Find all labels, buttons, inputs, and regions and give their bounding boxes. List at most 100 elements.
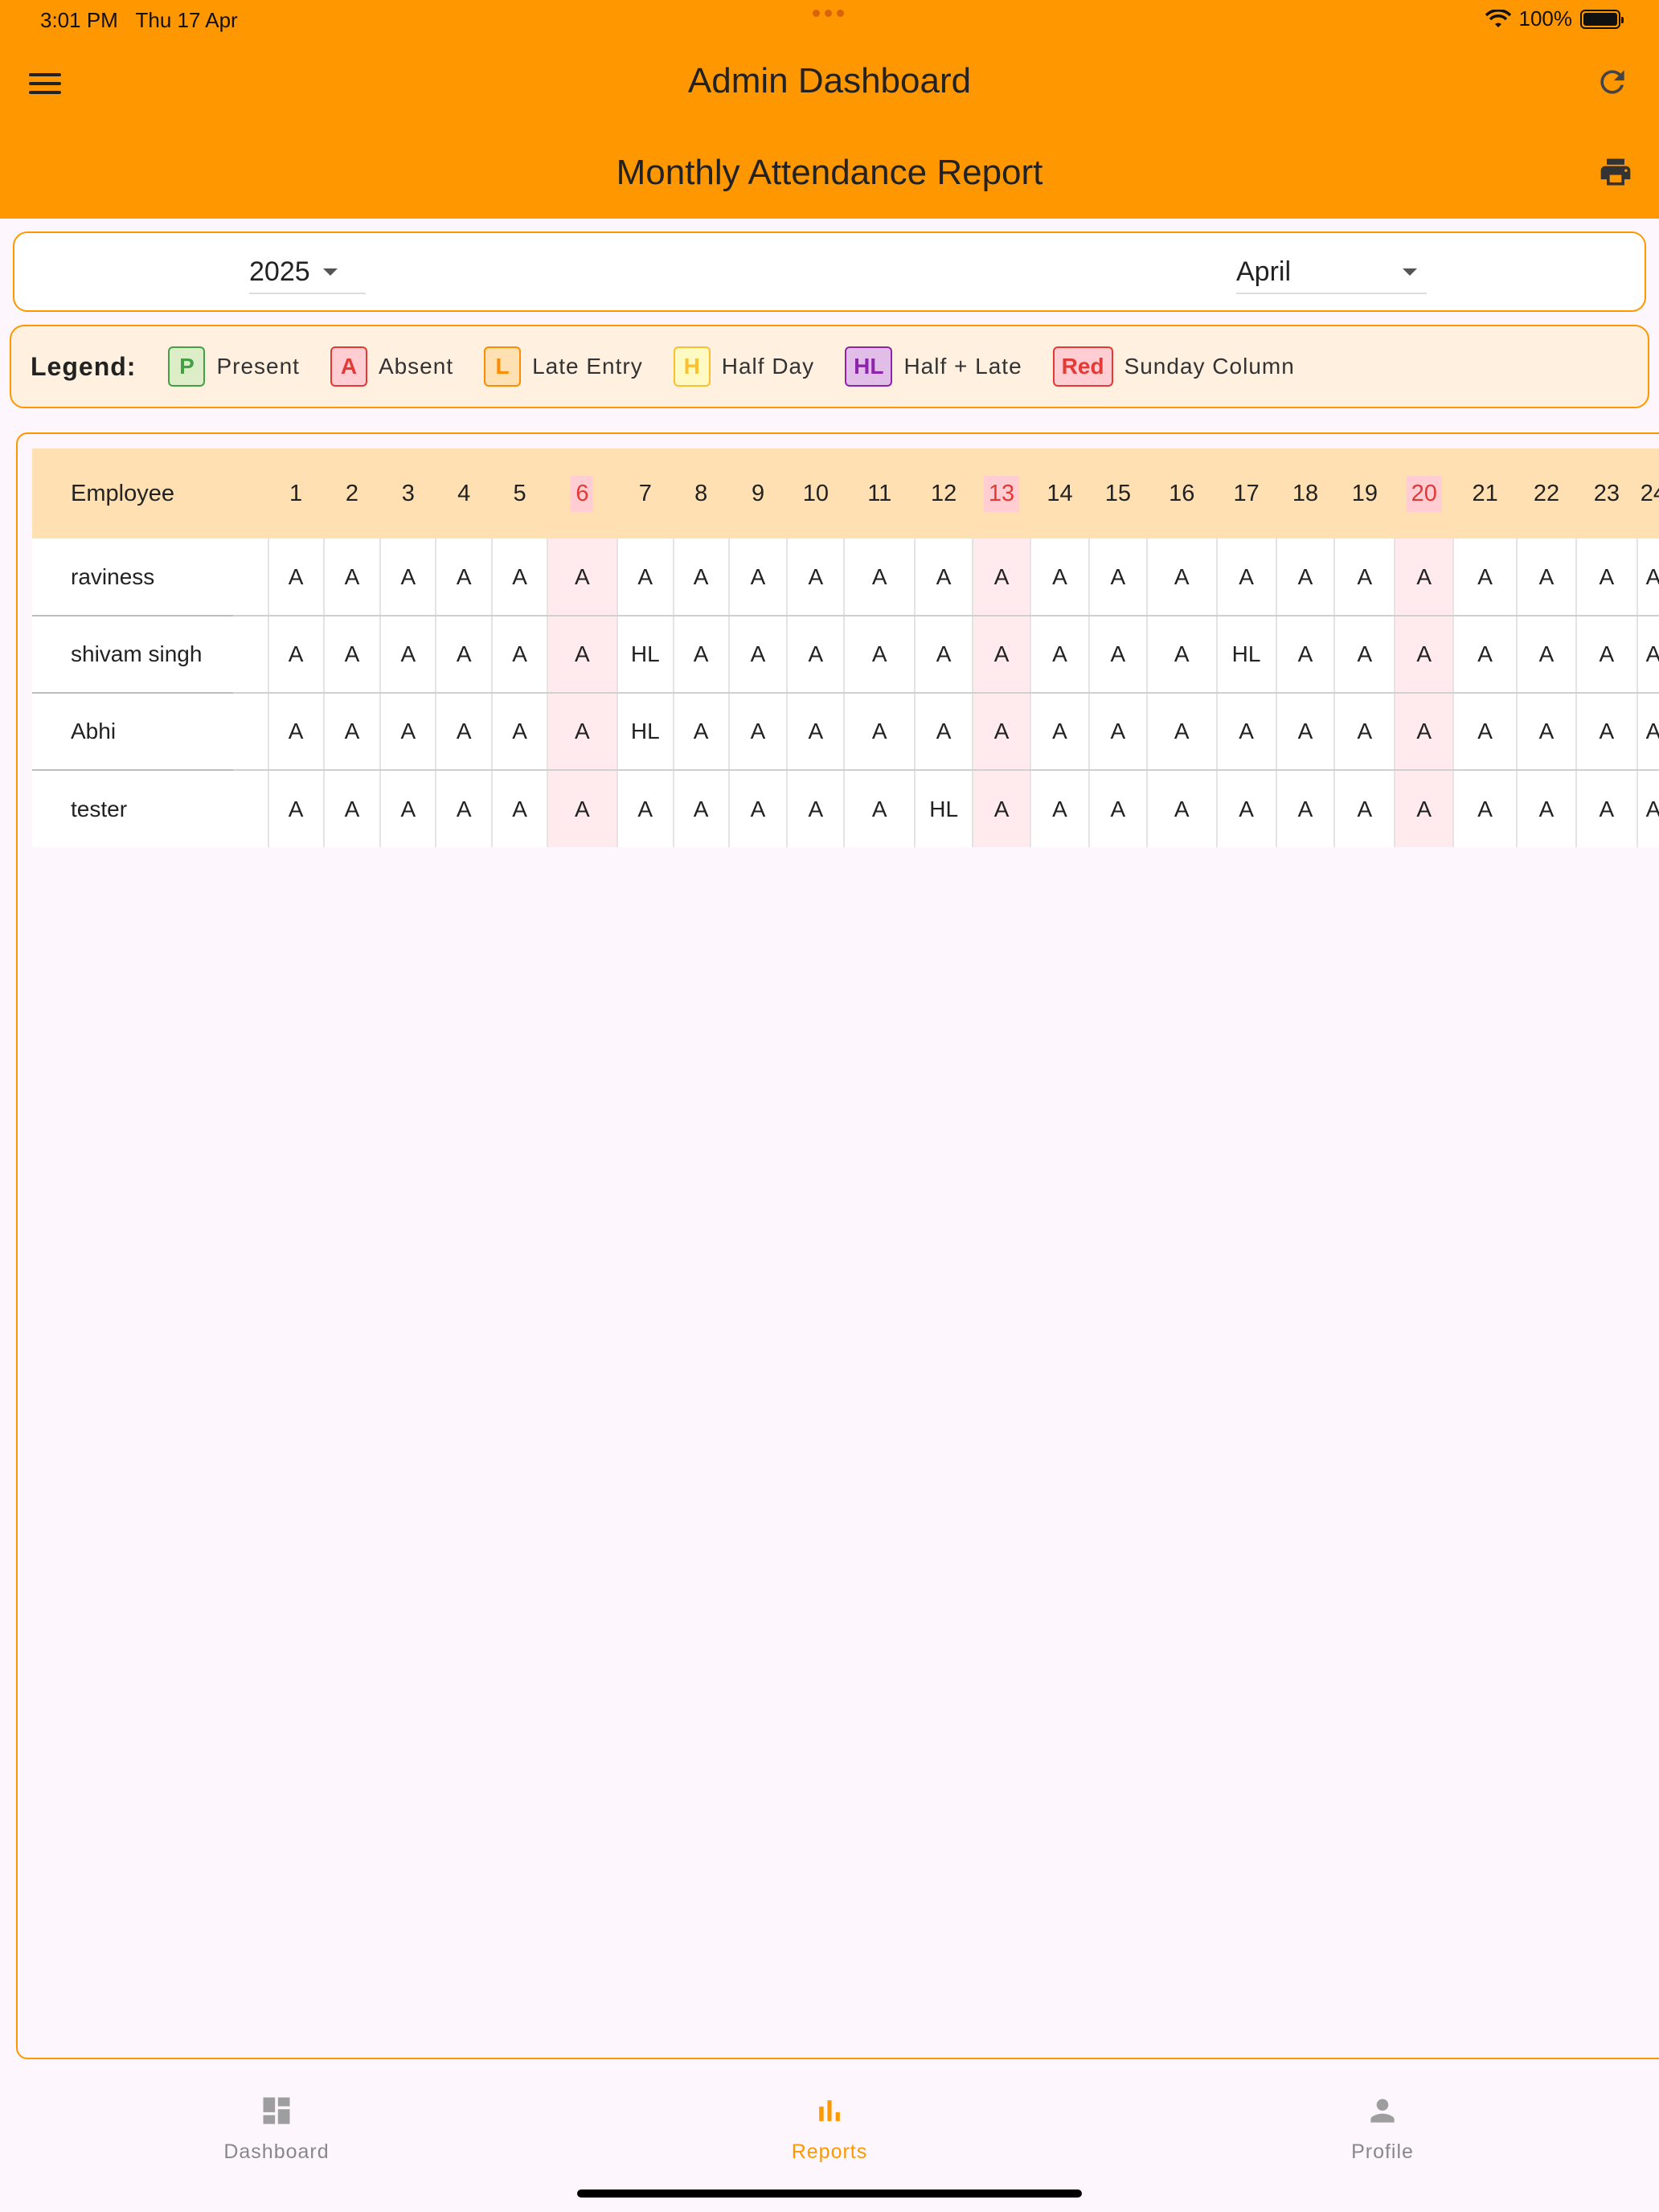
attendance-cell: A	[1575, 693, 1637, 771]
dashboard-icon	[263, 2097, 290, 2124]
attendance-cell: A	[1394, 693, 1454, 771]
nav-profile[interactable]: Profile	[1286, 2093, 1479, 2164]
day-number: 20	[1406, 475, 1442, 512]
person-icon	[1370, 2099, 1395, 2123]
attendance-cell: A	[914, 693, 973, 771]
attendance-cell: A	[1575, 539, 1637, 616]
day-number: 23	[1593, 480, 1620, 506]
status-right: 100%	[1485, 6, 1624, 31]
home-indicator	[577, 2189, 1082, 2198]
attendance-cell: A	[546, 693, 617, 771]
filter-card: 2025 April	[13, 231, 1646, 312]
attendance-cell: A	[322, 770, 381, 847]
nav-reports[interactable]: Reports	[733, 2093, 926, 2164]
legend-badge: A	[330, 346, 367, 387]
attendance-cell: A	[1030, 616, 1089, 694]
attendance-cell: A	[1030, 693, 1089, 771]
app-title: Admin Dashboard	[687, 61, 972, 100]
attendance-cell: A	[727, 616, 788, 694]
refresh-icon[interactable]	[1595, 64, 1630, 100]
status-clock: 3:01 PM	[40, 8, 118, 32]
attendance-cell: A	[435, 693, 493, 771]
day-number: 7	[638, 480, 652, 506]
attendance-cell: A	[267, 770, 324, 847]
day-header: 3	[380, 449, 436, 539]
attendance-cell: A	[1516, 693, 1576, 771]
attendance-cell: A	[914, 539, 973, 616]
attendance-cell: A	[672, 539, 729, 616]
page-title: Monthly Attendance Report	[616, 153, 1043, 192]
attendance-cell: A	[1030, 770, 1089, 847]
legend-badge: HL	[845, 346, 893, 387]
table-row: AbhiAAAAAAHLAAAAAAAAAAAAAAAAA	[32, 693, 1659, 771]
attendance-cell: A	[1452, 539, 1518, 616]
month-dropdown[interactable]: April	[1236, 251, 1427, 294]
day-header: 18	[1276, 449, 1335, 539]
day-header-sunday: 13	[973, 449, 1030, 539]
day-number: 19	[1351, 480, 1378, 506]
day-number: 14	[1047, 480, 1073, 506]
attendance-cell: HL	[616, 616, 674, 694]
attendance-cell: A	[1394, 770, 1454, 847]
year-dropdown[interactable]: 2025	[249, 251, 366, 294]
attendance-cell: A	[1516, 616, 1576, 694]
battery-icon	[1580, 9, 1624, 29]
day-header: 15	[1088, 449, 1147, 539]
attendance-cell: A	[1145, 693, 1217, 771]
attendance-cell: A	[972, 693, 1030, 771]
attendance-cell: A	[435, 770, 493, 847]
day-header: 9	[728, 449, 788, 539]
attendance-cell: A	[322, 616, 381, 694]
attendance-cell: A	[972, 770, 1030, 847]
day-header: 19	[1334, 449, 1395, 539]
print-icon[interactable]	[1596, 154, 1635, 190]
attendance-cell: A	[322, 693, 381, 771]
legend-item: P Present	[168, 346, 300, 387]
header-spacer	[232, 449, 268, 539]
legend-item: HL Half + Late	[845, 346, 1022, 387]
nav-reports-label: Reports	[791, 2140, 868, 2163]
day-header: 11	[844, 449, 916, 539]
day-number: 1	[289, 480, 303, 506]
legend-item: A Absent	[330, 346, 453, 387]
attendance-cell: A	[1575, 770, 1637, 847]
attendance-table-card: Employee 1 2 3 4 5 6 7 8 9 10 11 12 13 14 15 16 17 18 19 20 2…	[16, 432, 1659, 2059]
day-number: 8	[694, 480, 708, 506]
bar-chart-icon	[819, 2100, 840, 2121]
attendance-cell: A	[1333, 693, 1395, 771]
legend-items: P Present A Absent L Late Entry H Half Day HL Hal…	[168, 346, 1325, 387]
attendance-cell: A	[843, 539, 916, 616]
day-number: 21	[1472, 480, 1498, 506]
day-header: 12	[915, 449, 973, 539]
attendance-cell: A	[1636, 693, 1659, 771]
row-spacer	[232, 539, 268, 616]
day-number: 16	[1169, 480, 1195, 506]
multitasking-dots-icon[interactable]	[810, 6, 849, 31]
legend-card: Legend: P Present A Absent L Late Entry H Half …	[10, 325, 1649, 408]
day-header: 22	[1517, 449, 1576, 539]
nav-dashboard[interactable]: Dashboard	[180, 2093, 373, 2164]
attendance-cell: A	[1145, 539, 1217, 616]
attendance-cell: A	[1333, 770, 1395, 847]
attendance-cell: A	[727, 693, 788, 771]
status-date: Thu 17 Apr	[135, 8, 238, 32]
day-number: 9	[751, 480, 765, 506]
attendance-cell: A	[616, 770, 674, 847]
employee-column-header: Employee	[32, 449, 233, 539]
chevron-down-icon	[1403, 268, 1417, 276]
legend-label: Present	[216, 354, 300, 379]
attendance-cell: A	[379, 616, 436, 694]
attendance-cell: A	[1452, 770, 1518, 847]
legend-label: Sunday Column	[1124, 354, 1295, 379]
nav-profile-label: Profile	[1351, 2140, 1414, 2163]
legend-item: Red Sunday Column	[1052, 346, 1295, 387]
table-header-row: Employee 1 2 3 4 5 6 7 8 9 10 11 12 13 14 15 16 17 18 19 20 2…	[32, 449, 1659, 539]
attendance-cell: A	[435, 539, 493, 616]
day-header: 1	[268, 449, 324, 539]
day-number: 18	[1292, 480, 1319, 506]
day-header: 21	[1453, 449, 1518, 539]
attendance-cell: A	[672, 693, 729, 771]
legend-badge: H	[673, 346, 711, 387]
attendance-cell: HL	[1215, 616, 1276, 694]
day-number: 17	[1233, 480, 1260, 506]
